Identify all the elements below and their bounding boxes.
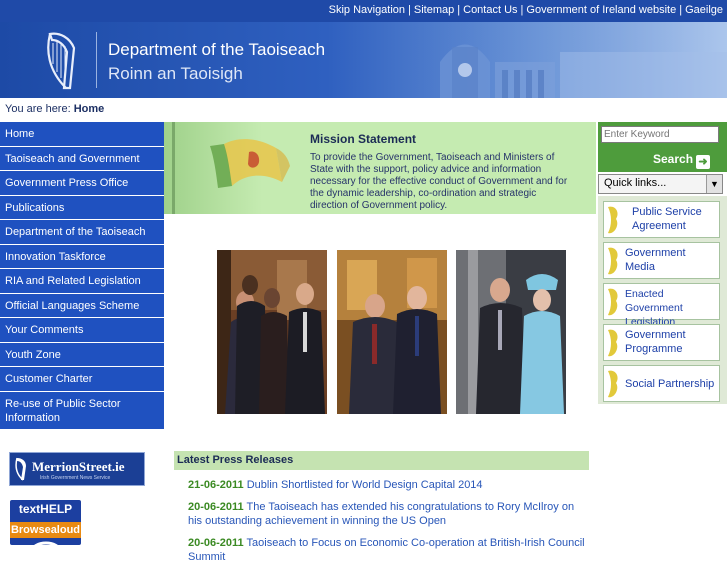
press-release-date: 20-06-2011 [188,537,244,549]
side-link-label: Social Partnership [625,378,715,390]
ribbon-icon [608,247,618,275]
nav-item-ria-and-related-legislation[interactable]: RIA and Related Legislation [0,269,164,294]
nav-item-taoiseach-and-government[interactable]: Taoiseach and Government [0,146,164,171]
separator: | [457,4,461,16]
nav-item-re-use-of-public-sector-information[interactable]: Re-use of Public Sector Information [0,391,164,430]
separator: | [679,4,683,16]
search-button-label: Search [653,151,694,166]
nav-item-customer-charter[interactable]: Customer Charter [0,367,164,392]
merrion-harp-icon [15,457,26,481]
merrionstreet-sublabel: Irish Government News Service [40,475,111,481]
department-title-irish: Roinn an Taoisigh [108,64,243,83]
side-link-label: Public Service Agreement [632,206,702,232]
ribbon-icon [608,206,618,234]
breadcrumb: You are here: Home [0,98,727,121]
search-input[interactable] [601,126,719,143]
side-link-label: Government Media [625,247,686,273]
latest-press-releases-header: Latest Press Releases [174,451,589,470]
side-link-label: Government Programme [625,329,686,355]
press-release-item[interactable]: 21-06-2011 Dublin Shortlisted for World … [188,478,588,492]
department-title-english[interactable]: Department of the Taoiseach [108,40,325,60]
breadcrumb-current[interactable]: Home [74,103,105,115]
gaeilge-link[interactable]: Gaeilge [685,4,723,16]
press-release-date: 21-06-2011 [188,479,244,491]
breadcrumb-prefix: You are here: [5,103,71,115]
texthelp-label: textHELP [18,502,73,516]
nav-item-your-comments[interactable]: Your Comments [0,318,164,343]
ribbon-icon [608,370,618,398]
nav-item-publications[interactable]: Publications [0,195,164,220]
social-partnership-link[interactable]: Social Partnership [603,365,720,402]
nav-item-home[interactable]: Home [0,122,164,147]
browsealoud-label: Browsealoud [10,522,81,538]
mission-statement-title: Mission Statement [310,132,417,146]
mission-statement-text: To provide the Government, Taoiseach and… [310,152,568,211]
separator: | [408,4,411,16]
mission-statement-panel: Mission Statement To provide the Governm… [164,122,596,214]
enacted-government-legislation-link[interactable]: Enacted Government Legislation [603,283,720,328]
harp-logo-icon[interactable] [40,30,82,92]
nav-item-youth-zone[interactable]: Youth Zone [0,342,164,367]
press-release-title[interactable]: Taoiseach to Focus on Economic Co-operat… [188,537,585,563]
government-programme-link[interactable]: Government Programme [603,324,720,361]
quick-links-label: Quick links... [604,177,667,189]
nav-item-government-press-office[interactable]: Government Press Office [0,171,164,196]
queen-visit-photo[interactable] [456,250,566,414]
nav-item-innovation-taskforce[interactable]: Innovation Taskforce [0,244,164,269]
obama-visit-photo[interactable] [217,250,327,414]
flag-image [164,122,304,214]
press-release-title[interactable]: Dublin Shortlisted for World Design Capi… [247,479,483,491]
government-buildings-image [410,22,727,98]
merrionstreet-label: MerrionStreet.ie [32,459,125,474]
arrow-right-icon: ➜ [696,154,711,169]
contact-us-link[interactable]: Contact Us [463,4,517,16]
nav-item-official-languages-scheme[interactable]: Official Languages Scheme [0,293,164,318]
ribbon-icon [608,329,618,357]
merrionstreet-badge[interactable]: MerrionStreet.ie Irish Government News S… [9,452,145,486]
public-service-agreement-link[interactable]: Public Service Agreement [603,201,720,238]
government-of-ireland-link[interactable]: Government of Ireland website [526,4,676,16]
side-link-label: Enacted Government Legislation [625,288,683,328]
government-media-link[interactable]: Government Media [603,242,720,279]
press-release-item[interactable]: 20-06-2011 Taoiseach to Focus on Economi… [188,536,588,564]
quick-links-select[interactable]: Quick links... ▼ [598,174,723,194]
banner-divider [96,32,97,88]
press-release-title[interactable]: The Taoiseach has extended his congratul… [188,501,574,527]
cameron-visit-photo[interactable] [337,250,447,414]
nav-item-department-of-the-taoiseach[interactable]: Department of the Taoiseach [0,220,164,245]
texthelp-browsealoud-badge[interactable]: textHELP Browsealoud [10,500,81,545]
header-banner: Department of the Taoiseach Roinn an Tao… [0,22,727,98]
press-release-date: 20-06-2011 [188,501,244,513]
headphones-icon [34,541,58,545]
sitemap-link[interactable]: Sitemap [414,4,454,16]
search-button[interactable]: Search ➜ [653,151,711,169]
left-navigation: Home Taoiseach and Government Government… [0,122,164,430]
utility-bar: Skip Navigation | Sitemap | Contact Us | Gover… [0,0,727,22]
ribbon-icon [608,288,618,316]
skip-navigation-link[interactable]: Skip Navigation [329,4,405,16]
dropdown-arrow-icon[interactable]: ▼ [706,175,722,193]
press-release-item[interactable]: 20-06-2011 The Taoiseach has extended hi… [188,500,588,528]
